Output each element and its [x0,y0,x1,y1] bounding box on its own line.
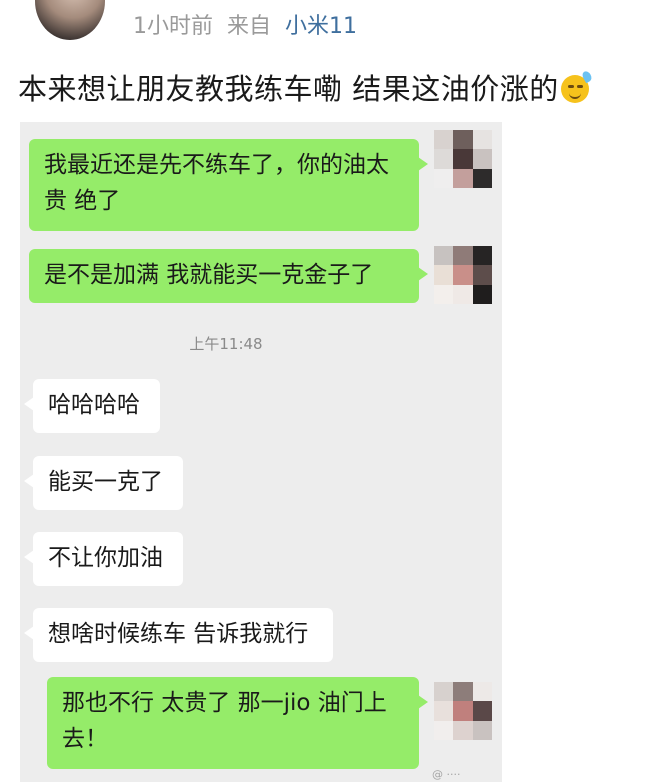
chat-message-other: 不让你加油 [24,532,183,586]
my-avatar [434,246,492,304]
chat-message-me: 是不是加满 我就能买一克金子了 [29,249,428,303]
chat-message-me: 我最近还是先不练车了，你的油太贵 绝了 [29,139,428,231]
post-meta: 1小时前 来自 小米11 [133,8,357,40]
chat-message-text: 能买一克了 [48,469,163,495]
chat-message-other: 想啥时候练车 告诉我就行 [24,608,333,662]
user-avatar[interactable] [35,0,105,40]
chat-message-text: 是不是加满 我就能买一克金子了 [44,262,374,288]
post-time: 1小时前 [133,14,213,39]
my-avatar [434,130,492,188]
chat-message-text: 不让你加油 [48,545,163,571]
chat-message-other: 哈哈哈哈 [24,379,160,433]
post-source-prefix: 来自 [227,14,272,39]
chat-message-me: 那也不行 太贵了 那一jio 油门上去！ [47,677,428,769]
chat-message-other: 能买一克了 [24,456,183,510]
my-avatar [434,682,492,740]
post-device-link[interactable]: 小米11 [285,14,357,39]
chat-message-text: 想啥时候练车 告诉我就行 [48,621,309,647]
post-text: 本来想让朋友教我练车嘞 结果这油价涨的 [18,72,559,106]
chat-message-text: 我最近还是先不练车了，你的油太贵 绝了 [44,152,389,214]
post-body: 本来想让朋友教我练车嘞 结果这油价涨的 [18,66,593,108]
chat-timestamp: 上午11:48 [189,335,263,353]
chat-screenshot: 我最近还是先不练车了，你的油太贵 绝了 是不是加满 我就能买一克金子了 上午11… [20,122,502,782]
chat-message-text: 那也不行 太贵了 那一jio 油门上去！ [62,690,387,752]
watermark: @ ···· [432,768,461,781]
chat-message-text: 哈哈哈哈 [48,392,140,418]
sweat-smile-emoji-icon [560,69,593,103]
